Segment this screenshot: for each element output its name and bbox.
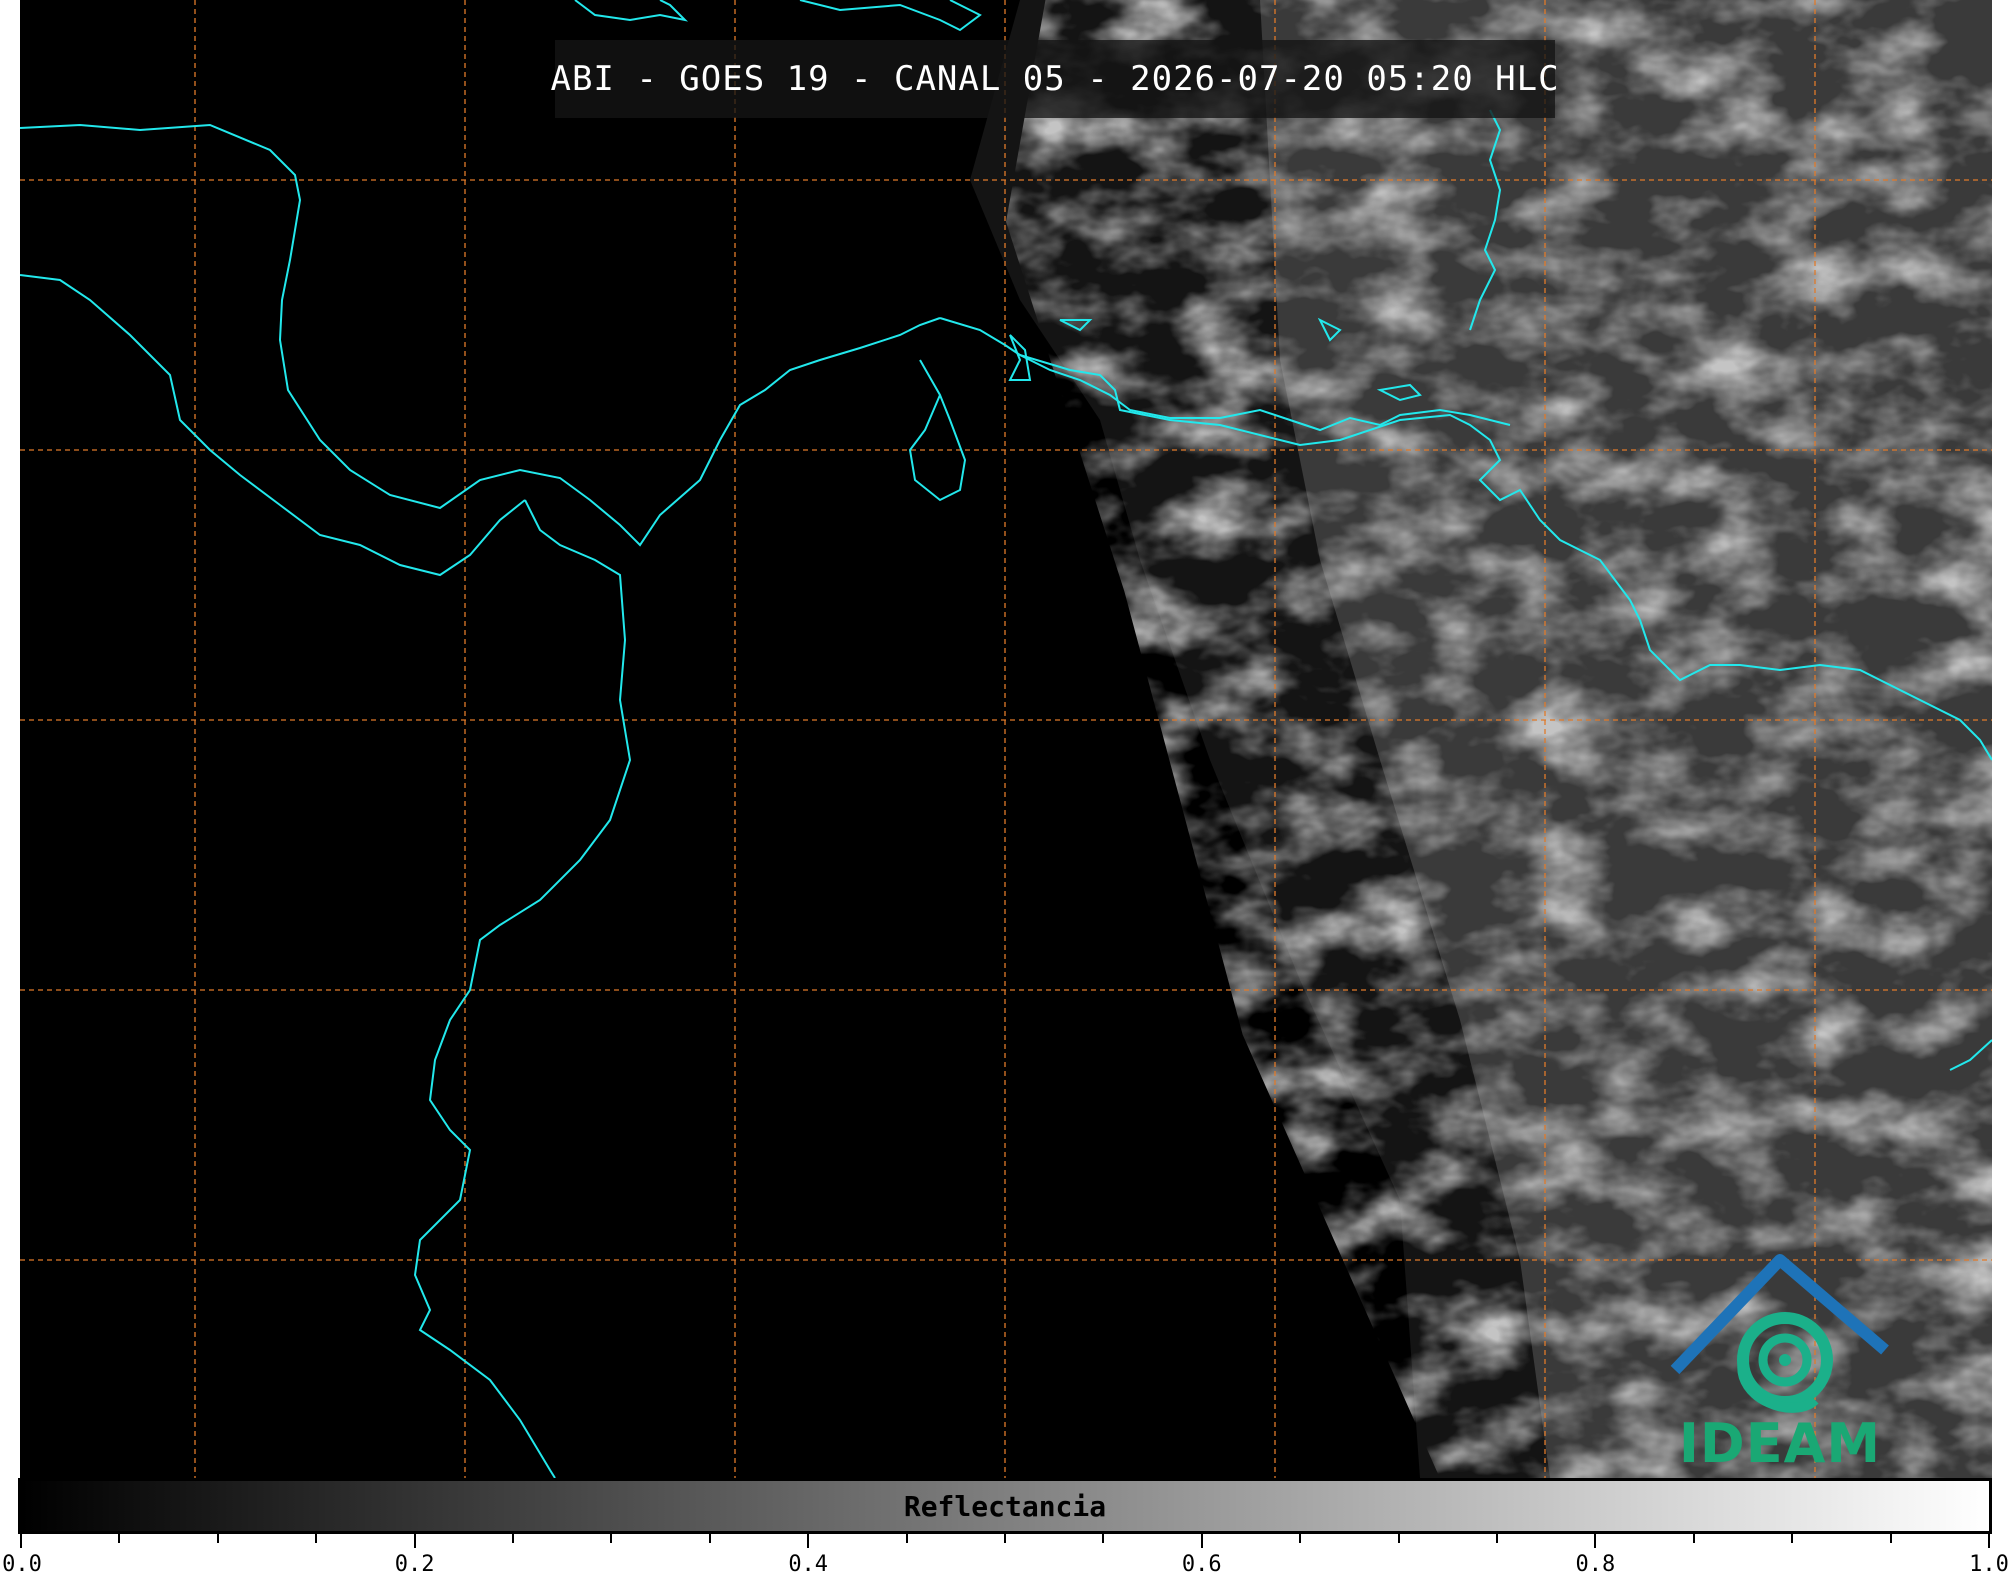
colorbar-major-tick xyxy=(1988,1534,1990,1548)
satellite-map: ABI - GOES 19 - CANAL 05 - 2026-07-20 05… xyxy=(20,0,1992,1478)
ideam-logo-text: IDEAM xyxy=(1678,1412,1882,1475)
colorbar-tick-label: 0.0 xyxy=(2,1552,42,1577)
colorbar-tick-label: 1.0 xyxy=(1969,1552,2009,1577)
colorbar-minor-tick xyxy=(512,1534,514,1543)
colorbar-major-tick xyxy=(413,1534,416,1548)
colorbar-minor-tick xyxy=(610,1534,613,1543)
colorbar-minor-tick xyxy=(708,1534,711,1543)
colorbar-minor-tick xyxy=(1299,1534,1302,1543)
colorbar-major-tick xyxy=(20,1534,22,1548)
colorbar-major-tick xyxy=(1594,1534,1597,1548)
caribbean-island-top xyxy=(574,0,689,22)
colorbar-major-tick xyxy=(1200,1534,1203,1548)
peninsula-guajira xyxy=(908,359,967,502)
colorbar-minor-tick xyxy=(118,1534,121,1543)
colorbar-minor-tick xyxy=(1889,1534,1892,1543)
colorbar-minor-tick xyxy=(1397,1534,1400,1543)
colorbar: Reflectancia xyxy=(18,1478,1992,1534)
colorbar-minor-tick xyxy=(315,1534,318,1543)
colorbar-minor-tick xyxy=(905,1534,908,1543)
colorbar-minor-tick xyxy=(1496,1534,1498,1543)
colorbar-minor-tick xyxy=(1791,1534,1794,1543)
colorbar-ticks: 0.0 0.2 0.4 0.6 0.8 1.0 xyxy=(0,1534,2011,1577)
colorbar-tick-label: 0.8 xyxy=(1575,1552,1616,1577)
caribbean-island-top-2 xyxy=(799,0,982,32)
colorbar-tick-label: 0.6 xyxy=(1181,1552,1222,1577)
colorbar-minor-tick xyxy=(1004,1534,1006,1543)
ideam-logo: IDEAM xyxy=(1665,1250,1895,1475)
colorbar-minor-tick xyxy=(1102,1534,1105,1543)
title-box: ABI - GOES 19 - CANAL 05 - 2026-07-20 05… xyxy=(550,40,1559,118)
colorbar-major-tick xyxy=(807,1534,810,1548)
colorbar-tick-label: 0.4 xyxy=(788,1552,829,1577)
ideam-mountain-swirl-icon xyxy=(1670,1254,1889,1413)
map-title: ABI - GOES 19 - CANAL 05 - 2026-07-20 05… xyxy=(550,59,1560,99)
isthmus-coast xyxy=(413,499,632,1478)
colorbar-minor-tick xyxy=(216,1534,219,1543)
central-america-pacific-coast xyxy=(20,123,941,547)
central-america-west-coast xyxy=(20,274,526,577)
colorbar-minor-tick xyxy=(1692,1534,1695,1543)
colorbar-label: Reflectancia xyxy=(903,1489,1107,1523)
colorbar-tick-label: 0.2 xyxy=(394,1552,435,1577)
